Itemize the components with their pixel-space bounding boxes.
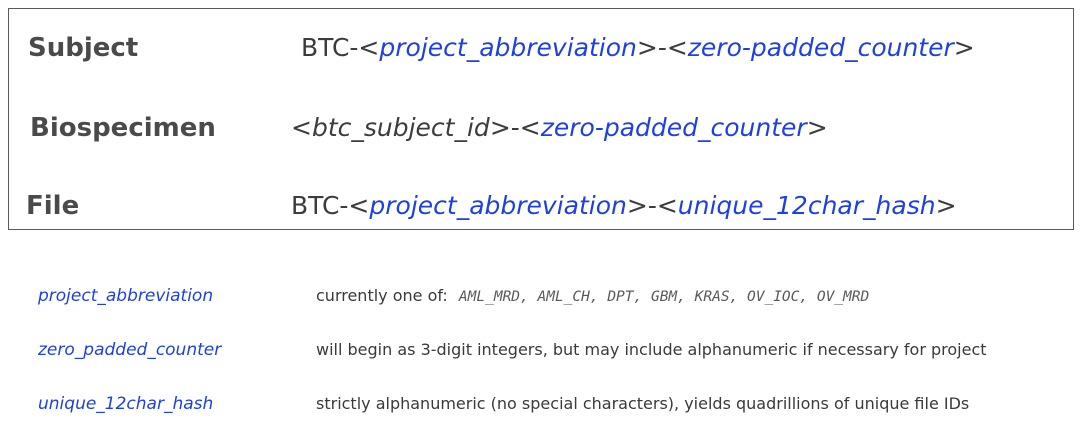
id-row-subject: Subject BTC-<project_abbreviation>-<zero… [9, 29, 1073, 69]
pattern-literal: > [953, 33, 975, 62]
pattern-literal: > [806, 113, 828, 142]
pattern-literal: >-< [636, 33, 688, 62]
definition-description: strictly alphanumeric (no special charac… [316, 394, 970, 413]
id-row-biospecimen: Biospecimen <btc_subject_id>-<zero-padde… [9, 109, 1073, 149]
id-label-biospecimen: Biospecimen [30, 113, 216, 143]
id-label-file: File [26, 191, 80, 221]
pattern-literal: > [935, 191, 957, 220]
definition-term: project_abbreviation [38, 286, 214, 306]
definition-row: unique_12char_hash strictly alphanumeric… [0, 394, 1084, 428]
pattern-placeholder: zero-padded_counter [687, 33, 954, 62]
id-pattern-subject: BTC-<project_abbreviation>-<zero-padded_… [301, 33, 975, 62]
pattern-literal: BTC-< [291, 191, 370, 220]
definition-term: zero_padded_counter [38, 340, 222, 360]
id-format-box: Subject BTC-<project_abbreviation>-<zero… [8, 8, 1074, 230]
pattern-literal: < [291, 113, 312, 142]
definition-row: project_abbreviation currently one of: A… [0, 286, 1084, 320]
id-label-subject: Subject [28, 33, 139, 63]
id-row-file: File BTC-<project_abbreviation>-<unique_… [9, 187, 1073, 227]
id-pattern-file: BTC-<project_abbreviation>-<unique_12cha… [291, 191, 957, 220]
definition-description-text: currently one of: [316, 286, 448, 305]
pattern-placeholder: project_abbreviation [379, 33, 637, 62]
pattern-placeholder: btc_subject_id [311, 113, 490, 142]
definition-description: currently one of: AML_MRD, AML_CH, DPT, … [316, 286, 869, 305]
definition-term: unique_12char_hash [38, 394, 214, 414]
pattern-literal: >-< [489, 113, 541, 142]
definition-description: will begin as 3-digit integers, but may … [316, 340, 987, 359]
definition-row: zero_padded_counter will begin as 3-digi… [0, 340, 1084, 374]
id-pattern-biospecimen: <btc_subject_id>-<zero-padded_counter> [291, 113, 828, 142]
pattern-placeholder: project_abbreviation [369, 191, 627, 220]
pattern-literal: BTC-< [301, 33, 380, 62]
pattern-placeholder: zero-padded_counter [540, 113, 807, 142]
definition-values: AML_MRD, AML_CH, DPT, GBM, KRAS, OV_IOC,… [458, 289, 870, 305]
pattern-literal: >-< [626, 191, 678, 220]
pattern-placeholder: unique_12char_hash [677, 191, 936, 220]
